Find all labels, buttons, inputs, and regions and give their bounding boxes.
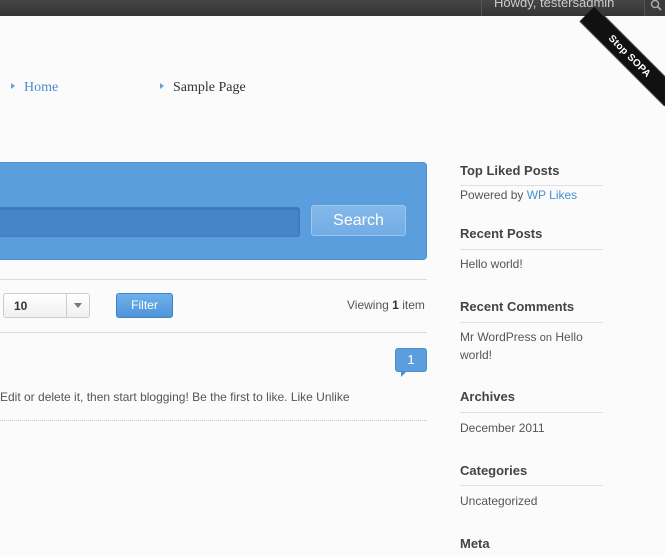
powered-by-text: Powered by <box>460 188 524 202</box>
comment-post-link[interactable]: Hello <box>555 330 582 344</box>
chevron-down-icon[interactable] <box>66 294 90 317</box>
stop-sopa-ribbon[interactable]: Stop SOPA <box>579 6 665 107</box>
widget-rule <box>460 412 603 413</box>
nav-home-label[interactable]: Home <box>24 80 58 95</box>
widget-title-recent-posts: Recent Posts <box>460 226 543 241</box>
search-button[interactable]: Search <box>311 205 406 236</box>
comment-on-text: on <box>539 332 553 344</box>
recent-post-link[interactable]: Hello world! <box>460 257 523 271</box>
widget-title-recent-comments: Recent Comments <box>460 299 575 314</box>
per-page-value: 10 <box>14 299 28 313</box>
divider <box>0 332 427 333</box>
nav-item-sample-page[interactable]: Sample Page <box>160 80 246 96</box>
post-excerpt: Edit or delete it, then start blogging! … <box>0 390 350 404</box>
account-menu[interactable]: Howdy, testersadmin <box>481 0 665 16</box>
comment-author-link[interactable]: Mr WordPress <box>460 330 536 344</box>
admin-bar: Howdy, testersadmin <box>0 0 665 16</box>
per-page-select[interactable]: 10 <box>3 293 90 318</box>
recent-comment-line: Mr WordPress on Hello <box>460 330 583 344</box>
widget-title-top-liked: Top Liked Posts <box>460 163 560 178</box>
widget-title-archives: Archives <box>460 389 515 404</box>
like-count-bubble[interactable]: 1 <box>395 348 427 377</box>
viewing-count: Viewing 1 item <box>347 298 425 312</box>
post-divider <box>0 420 427 421</box>
viewing-prefix: Viewing <box>347 298 389 312</box>
search-icon <box>650 0 662 11</box>
triangle-right-icon <box>160 83 164 89</box>
viewing-suffix: item <box>402 298 425 312</box>
filter-button[interactable]: Filter <box>116 293 173 318</box>
widget-rule <box>460 485 603 486</box>
category-link[interactable]: Uncategorized <box>460 494 537 508</box>
widget-rule <box>460 249 603 250</box>
powered-by-line: Powered by WP Likes <box>460 188 577 202</box>
nav-sample-label[interactable]: Sample Page <box>173 80 246 95</box>
triangle-right-icon <box>11 83 15 89</box>
archive-link[interactable]: December 2011 <box>460 421 545 435</box>
nav-item-home[interactable]: Home <box>11 80 58 96</box>
divider <box>0 279 427 280</box>
search-input[interactable] <box>0 207 300 237</box>
widget-rule <box>460 185 603 186</box>
widget-title-categories: Categories <box>460 463 528 478</box>
search-panel: Search <box>0 162 427 260</box>
wp-likes-link[interactable]: WP Likes <box>527 188 577 202</box>
comment-post-link-continued[interactable]: world! <box>460 348 492 362</box>
admin-search-button[interactable] <box>644 0 665 16</box>
viewing-number: 1 <box>392 298 399 312</box>
widget-title-meta: Meta <box>460 536 490 551</box>
widget-rule <box>460 322 603 323</box>
